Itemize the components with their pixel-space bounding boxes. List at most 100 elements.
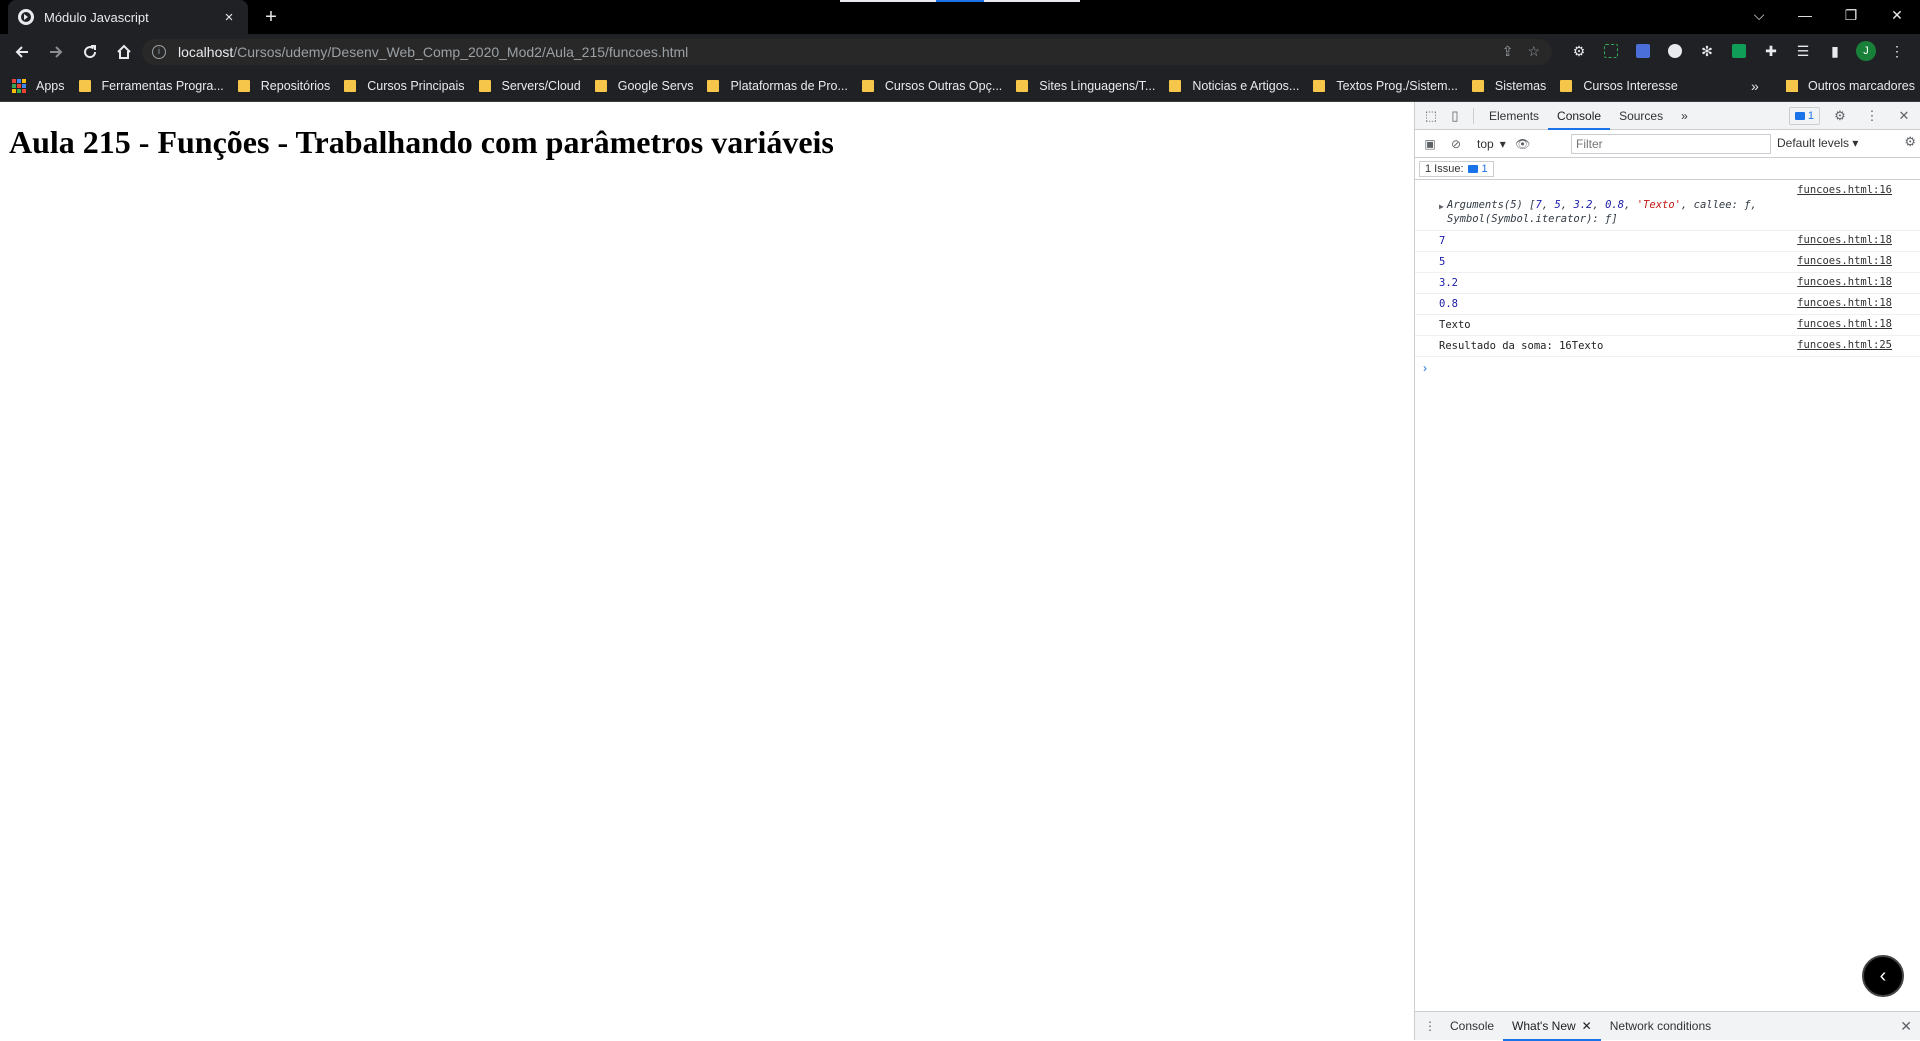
context-selector[interactable]: top ▾ xyxy=(1471,137,1512,151)
issues-link[interactable]: 1 Issue: 1 xyxy=(1419,160,1494,177)
back-arrow-icon xyxy=(15,46,28,58)
chevron-left-icon: ‹ xyxy=(1879,964,1887,987)
device-toolbar-icon[interactable]: ▯ xyxy=(1443,104,1467,128)
close-drawer-icon[interactable]: ✕ xyxy=(1900,1018,1912,1035)
folder-icon xyxy=(707,79,720,92)
console-toolbar: ▣ ⊘ top ▾ 👁 Default levels ▾ ⚙ xyxy=(1415,130,1920,158)
browser-tab[interactable]: Módulo Javascript × xyxy=(8,0,248,34)
log-levels-value: Default levels xyxy=(1777,136,1850,150)
bookmark-folder[interactable]: Textos Prog./Sistem... xyxy=(1313,79,1458,93)
gear-extension-icon[interactable]: ⚙ xyxy=(1568,40,1590,62)
argument-value: 0.8 xyxy=(1605,199,1625,211)
bookmark-folder[interactable]: Sistemas xyxy=(1471,79,1546,93)
argument-value: 5 xyxy=(1554,199,1561,211)
bookmark-folder[interactable]: Sites Linguagens/T... xyxy=(1016,79,1155,93)
issues-row: 1 Issue: 1 xyxy=(1415,158,1920,180)
bookmark-folder[interactable]: Cursos Interesse xyxy=(1560,79,1678,93)
bookmark-label: Plataformas de Pro... xyxy=(730,78,848,93)
bookmark-folder[interactable]: Ferramentas Progra... xyxy=(78,78,224,93)
log-levels-dropdown[interactable]: Default levels ▾ xyxy=(1777,136,1858,150)
sidebar-toggle-icon[interactable]: ▣ xyxy=(1419,133,1441,155)
minimize-button[interactable]: — xyxy=(1782,0,1828,30)
inspect-element-icon[interactable]: ⬚ xyxy=(1419,104,1443,128)
tab-elements[interactable]: Elements xyxy=(1480,102,1548,130)
url-host: localhost xyxy=(178,44,234,60)
source-link[interactable]: funcoes.html:18 xyxy=(1797,276,1892,288)
bookmark-folder[interactable]: Cursos Outras Opç... xyxy=(861,79,1002,93)
close-devtools-icon[interactable]: ✕ xyxy=(1892,104,1916,128)
drawer-tab-console[interactable]: Console xyxy=(1441,1012,1503,1041)
drawer-menu-icon[interactable]: ⋮ xyxy=(1419,1019,1441,1033)
folder-icon xyxy=(1560,79,1573,92)
bookmark-label: Textos Prog./Sistem... xyxy=(1336,78,1458,93)
bookmark-folder[interactable]: Cursos Principais xyxy=(344,79,465,93)
console-message: 7 funcoes.html:18 xyxy=(1415,231,1920,252)
console-message: Resultado da soma: 16Texto funcoes.html:… xyxy=(1415,336,1920,357)
bookmark-label: Ferramentas Progra... xyxy=(101,78,224,93)
home-button[interactable] xyxy=(108,36,140,68)
puzzle-extensions-icon[interactable]: ✚ xyxy=(1760,40,1782,62)
arguments-object[interactable]: Arguments(5) [7, 5, 3.2, 0.8, 'Texto', c… xyxy=(1439,198,1912,226)
window-controls: ⌵ — ❐ ✕ xyxy=(1736,0,1920,30)
bookmarks-overflow-icon[interactable]: » xyxy=(1751,78,1759,94)
bookmark-folder[interactable]: Google Servs xyxy=(594,79,693,93)
source-link[interactable]: funcoes.html:18 xyxy=(1797,297,1892,309)
log-value: 7 xyxy=(1439,235,1446,247)
bookmark-apps[interactable]: Apps xyxy=(12,78,65,93)
side-panel-icon[interactable]: ▮ xyxy=(1824,40,1846,62)
issues-label: 1 Issue: xyxy=(1425,162,1464,175)
blue-extension-icon[interactable] xyxy=(1632,40,1654,62)
tab-search-icon[interactable]: ⌵ xyxy=(1736,0,1782,30)
console-prompt[interactable]: › xyxy=(1415,357,1920,379)
bookmark-star-icon[interactable]: ☆ xyxy=(1527,43,1540,60)
tab-console[interactable]: Console xyxy=(1548,102,1611,130)
drawer-tab-network-conditions[interactable]: Network conditions xyxy=(1601,1012,1720,1041)
clear-console-icon[interactable]: ⊘ xyxy=(1445,133,1467,155)
back-button[interactable] xyxy=(6,36,38,68)
more-tabs-icon[interactable]: » xyxy=(1672,102,1697,130)
source-link[interactable]: funcoes.html:18 xyxy=(1797,318,1892,330)
live-expression-eye-icon[interactable]: 👁 xyxy=(1512,133,1534,155)
address-bar[interactable]: i localhost/Cursos/udemy/Desenv_Web_Comp… xyxy=(142,39,1552,65)
bookmark-label: Servers/Cloud xyxy=(501,78,581,93)
devtools-menu-icon[interactable]: ⋮ xyxy=(1860,104,1884,128)
profile-avatar[interactable]: J xyxy=(1856,41,1876,61)
source-link[interactable]: funcoes.html:16 xyxy=(1797,184,1892,196)
menu-kebab-icon[interactable]: ⋮ xyxy=(1886,40,1908,62)
new-tab-button[interactable]: + xyxy=(258,4,284,30)
reload-button[interactable] xyxy=(74,36,106,68)
bookmark-folder[interactable]: Servers/Cloud xyxy=(478,78,581,93)
console-settings-icon[interactable]: ⚙ xyxy=(1904,134,1916,150)
green-extension-icon[interactable] xyxy=(1728,40,1750,62)
source-link[interactable]: funcoes.html:18 xyxy=(1797,255,1892,267)
close-tab-icon[interactable]: ✕ xyxy=(1582,1019,1592,1033)
share-icon[interactable]: ⇪ xyxy=(1502,43,1514,60)
drawer-tab-whats-new[interactable]: What's New ✕ xyxy=(1503,1012,1601,1041)
folder-icon xyxy=(1169,79,1182,92)
settings-gear-icon[interactable]: ⚙ xyxy=(1828,104,1852,128)
site-info-icon[interactable]: i xyxy=(152,45,166,59)
issues-badge[interactable]: 1 xyxy=(1788,107,1820,125)
bookmark-folder[interactable]: Plataformas de Pro... xyxy=(707,78,848,93)
source-link[interactable]: funcoes.html:25 xyxy=(1797,339,1892,351)
console-filter-input[interactable] xyxy=(1571,134,1771,154)
bookmark-label: Sites Linguagens/T... xyxy=(1039,78,1156,93)
restore-button[interactable]: ❐ xyxy=(1828,0,1874,30)
tab-sources[interactable]: Sources xyxy=(1610,102,1672,130)
expand-triangle-icon[interactable]: ▶ xyxy=(1439,202,1444,211)
floating-back-button[interactable]: ‹ xyxy=(1862,955,1904,997)
bookmark-label: Repositórios xyxy=(260,78,331,93)
screenshot-extension-icon[interactable] xyxy=(1600,40,1622,62)
close-window-button[interactable]: ✕ xyxy=(1874,0,1920,30)
tab-close-icon[interactable]: × xyxy=(220,9,238,26)
other-bookmarks-folder[interactable]: Outros marcadores xyxy=(1786,70,1915,102)
console-messages: funcoes.html:16 ▶ Arguments(5) [7, 5, 3.… xyxy=(1415,182,1920,379)
source-link[interactable]: funcoes.html:18 xyxy=(1797,234,1892,246)
react-extension-icon[interactable]: ✻ xyxy=(1696,40,1718,62)
arguments-prefix: Arguments(5) [ xyxy=(1447,199,1536,211)
forward-button[interactable] xyxy=(40,36,72,68)
bookmark-folder[interactable]: Noticias e Artigos... xyxy=(1169,79,1299,93)
reading-list-icon[interactable]: ☰ xyxy=(1792,40,1814,62)
circle-extension-icon[interactable] xyxy=(1664,40,1686,62)
bookmark-folder[interactable]: Repositórios xyxy=(237,78,331,93)
